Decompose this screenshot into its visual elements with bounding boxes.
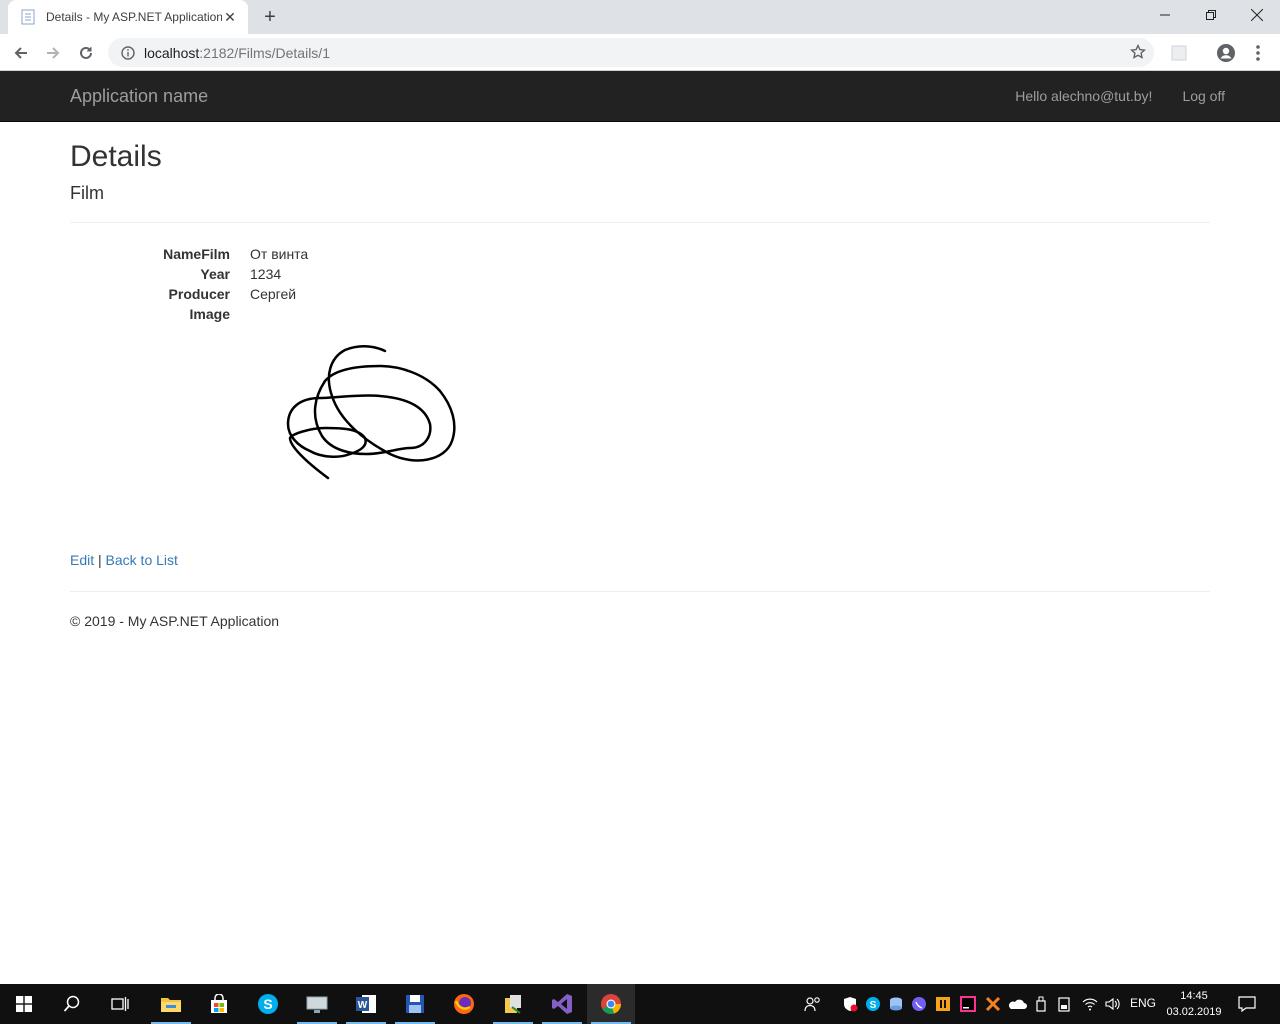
detail-row-image: Image: [70, 304, 1210, 324]
remote-desktop-icon[interactable]: [293, 984, 341, 1024]
close-window-icon[interactable]: [1234, 0, 1280, 30]
language-indicator[interactable]: ENG: [1130, 996, 1156, 1010]
film-image: [286, 345, 456, 480]
browser-tab[interactable]: Details - My ASP.NET Application ✕: [8, 0, 248, 34]
bookmark-star-icon[interactable]: [1129, 43, 1147, 65]
save-disk-icon[interactable]: [391, 984, 439, 1024]
page-favicon-icon: [20, 9, 36, 25]
page-title: Details: [70, 140, 162, 173]
search-icon[interactable]: [48, 984, 96, 1024]
people-icon[interactable]: [802, 984, 824, 1024]
firefox-icon[interactable]: [440, 984, 488, 1024]
volume-icon[interactable]: [1103, 984, 1123, 1024]
greeting-link[interactable]: Hello alechno@tut.by!: [1015, 88, 1152, 104]
page-subtitle: Film: [70, 183, 104, 203]
jetbrains-icon[interactable]: [958, 984, 978, 1024]
svg-text:S: S: [263, 996, 272, 1012]
reload-icon[interactable]: [73, 40, 99, 66]
forward-arrow-icon[interactable]: [40, 40, 66, 66]
close-tab-icon[interactable]: ✕: [222, 9, 238, 25]
detail-label: Image: [189, 306, 230, 322]
task-view-icon[interactable]: [96, 984, 144, 1024]
menu-dots-icon[interactable]: [1245, 40, 1271, 66]
tab-title: Details - My ASP.NET Application: [46, 10, 222, 24]
notifications-icon[interactable]: [1234, 984, 1260, 1024]
usb-eject-icon[interactable]: [1032, 984, 1050, 1024]
back-to-list-link[interactable]: Back to List: [106, 552, 178, 568]
window-controls: [1142, 0, 1280, 30]
svg-text:W: W: [358, 1000, 368, 1011]
link-separator: |: [98, 552, 102, 568]
detail-label: Year: [200, 266, 230, 282]
browser-tabstrip: Details - My ASP.NET Application ✕ +: [0, 0, 1280, 34]
sql-tray-icon[interactable]: [887, 984, 905, 1024]
profile-avatar-icon[interactable]: [1213, 40, 1239, 66]
viber-icon[interactable]: [910, 984, 928, 1024]
brand-link[interactable]: Application name: [70, 86, 208, 107]
details-list: NameFilm От винта Year 1234 Producer Сер…: [70, 244, 1210, 324]
word-icon[interactable]: W: [342, 984, 390, 1024]
detail-value: Сергей: [250, 286, 297, 302]
detail-label: NameFilm: [163, 246, 230, 262]
back-arrow-icon[interactable]: [8, 40, 34, 66]
orange-app-icon[interactable]: [934, 984, 952, 1024]
clock-date: 03.02.2019: [1166, 1006, 1222, 1018]
detail-row-year: Year 1234: [70, 264, 1210, 284]
defender-icon[interactable]: [840, 984, 860, 1024]
skype-tray-icon[interactable]: S: [864, 984, 882, 1024]
detail-row-producer: Producer Сергей: [70, 284, 1210, 304]
detail-row-namefilm: NameFilm От винта: [70, 244, 1210, 264]
url-host: localhost: [144, 44, 200, 61]
divider: [70, 591, 1210, 592]
detail-value: 1234: [250, 266, 282, 282]
battery-icon[interactable]: [1055, 984, 1073, 1024]
new-tab-button[interactable]: +: [258, 5, 282, 29]
action-links: Edit | Back to List: [70, 552, 178, 568]
clock-time: 14:45: [1180, 990, 1208, 1002]
info-icon[interactable]: [120, 45, 136, 61]
file-explorer-icon[interactable]: [147, 984, 195, 1024]
system-clock[interactable]: 14:45 03.02.2019: [1164, 988, 1224, 1020]
windows-taskbar: S W S ENG 14:45 03.02.2019: [0, 984, 1280, 1024]
store-icon[interactable]: [195, 984, 243, 1024]
windows-start-icon[interactable]: [0, 984, 48, 1024]
visual-studio-icon[interactable]: [538, 984, 586, 1024]
skype-icon[interactable]: S: [244, 984, 292, 1024]
extension-icon[interactable]: [1166, 40, 1192, 66]
site-navbar: Application name Hello alechno@tut.by! L…: [0, 71, 1280, 122]
address-bar[interactable]: localhost:2182/Films/Details/1: [108, 38, 1154, 67]
detail-label: Producer: [168, 286, 230, 302]
detail-value: От винта: [250, 246, 309, 262]
database-tool-icon[interactable]: [489, 984, 537, 1024]
chrome-icon[interactable]: [587, 984, 635, 1024]
browser-toolbar: localhost:2182/Films/Details/1: [0, 34, 1280, 71]
edit-link[interactable]: Edit: [70, 552, 94, 568]
divider: [70, 222, 1210, 223]
minimize-icon[interactable]: [1142, 0, 1188, 30]
wifi-icon[interactable]: [1080, 984, 1100, 1024]
restore-icon[interactable]: [1188, 0, 1234, 30]
footer-text: © 2019 - My ASP.NET Application: [70, 613, 280, 629]
url-path: :2182/Films/Details/1: [199, 44, 330, 61]
onedrive-icon[interactable]: [1006, 984, 1028, 1024]
svg-text:S: S: [870, 1000, 877, 1011]
tools-tray-icon[interactable]: [983, 984, 1003, 1024]
account-nav: Hello alechno@tut.by! Log off: [985, 88, 1225, 104]
logoff-link[interactable]: Log off: [1182, 88, 1225, 104]
